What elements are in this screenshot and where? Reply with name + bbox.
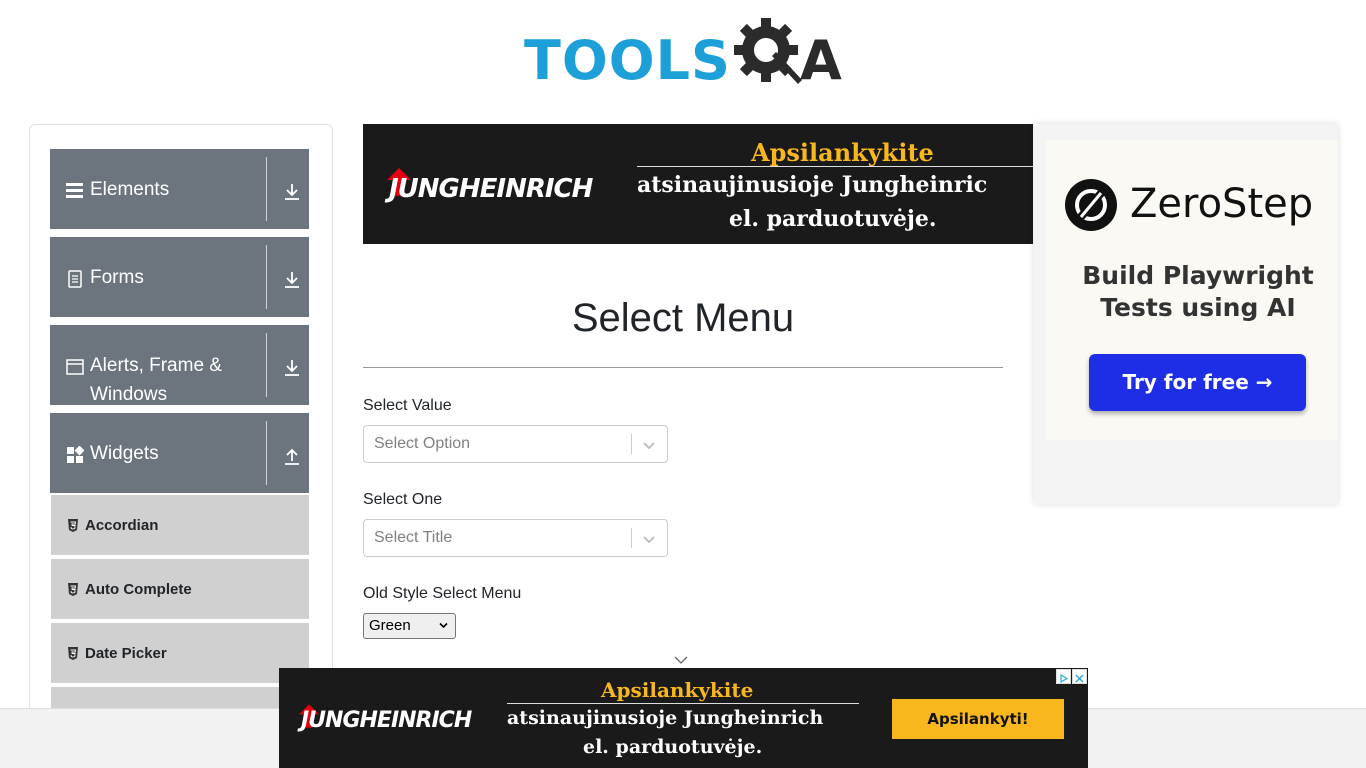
toolsqa-logo[interactable]: TOOLS A [524,14,848,92]
sidebar: Elements Forms Alerts, Frame & Windows W… [29,124,333,724]
download-arrow-icon [285,272,299,288]
sidebar-group-elements[interactable]: Elements [50,149,309,229]
ad-tagline-line2: Tests using AI [1100,293,1296,322]
bottom-banner-ad[interactable]: JUNGHEINRICH Apsilankykite atsinaujinusi… [279,668,1088,768]
download-arrow-icon [285,184,299,200]
ad-close-icon[interactable] [1072,669,1087,684]
sidebar-group-forms[interactable]: Forms [50,237,309,317]
sidebar-group-label: Forms [90,267,144,288]
dropdown-separator [631,528,632,548]
header: TOOLS A [0,0,1366,108]
side-ad[interactable]: ZeroStep Build Playwright Tests using AI… [1034,124,1338,504]
page-title: Select Menu [571,296,795,340]
ad-brand: JUNGHEINRICH [389,174,593,204]
sidebar-item-auto-complete[interactable]: Auto Complete [51,559,309,621]
sidebar-group-alerts[interactable]: Alerts, Frame & Windows [50,325,309,405]
chevron-down-icon [439,622,448,629]
gear-icon [734,18,802,84]
old-style-label: Old Style Select Menu [363,585,522,602]
sidebar-group-label: Elements [90,179,170,200]
logo-a-text: A [800,29,842,92]
sidebar-item-label: Auto Complete [85,581,192,598]
ad-tagline: Build Playwright Tests using AI [1046,260,1338,324]
ad-brand-name: ZeroStep [1130,181,1314,227]
divider [266,333,267,397]
ad-line2: atsinaujinusioje Jungheinric [637,172,988,198]
chevron-down-icon[interactable] [640,436,658,454]
select-one-label: Select One [363,491,443,508]
divider [266,421,267,485]
upload-arrow-icon [285,448,299,465]
title-divider [363,367,1003,368]
old-style-selected-value: Green [369,617,411,634]
sidebar-group-label: Widgets [90,443,159,464]
dropdown-separator [631,434,632,454]
scroll-down-chevron-icon[interactable] [674,654,688,666]
sidebar-item-accordian[interactable]: Accordian [51,495,309,557]
zerostep-logo-icon [1065,179,1117,231]
try-for-free-button[interactable]: Try for free → [1089,354,1306,411]
play-triangle-icon [1060,673,1069,684]
select-value-label: Select Value [363,397,452,414]
sidebar-item-label: Accordian [85,517,159,534]
logo-tools-text: TOOLS [524,29,731,92]
sidebar-item-label: Date Picker [85,645,167,662]
sidebar-item-date-picker[interactable]: Date Picker [51,623,309,685]
html5-icon [68,647,78,660]
select-one-dropdown[interactable]: Select Title [363,519,668,557]
ad-line2: atsinaujinusioje Jungheinrich [507,707,824,729]
ad-headline: Apsilankykite [751,138,934,167]
old-style-select[interactable]: Green [363,613,456,639]
sidebar-group-label: Alerts, Frame & [90,355,222,376]
ad-tagline-line1: Build Playwright [1082,261,1314,290]
select-value-placeholder: Select Option [374,435,471,452]
ad-line3: el. parduotuvėje. [729,206,937,232]
ad-brand: JUNGHEINRICH [301,708,472,733]
sidebar-group-widgets[interactable]: Widgets [50,413,309,493]
ad-cta-button[interactable]: Apsilankyti! [892,699,1064,739]
html5-icon [68,583,78,596]
ad-rule [637,166,1033,167]
ad-line3: el. parduotuvėje. [583,736,763,758]
chevron-down-icon[interactable] [640,530,658,548]
ad-rule [507,703,859,704]
document-icon [68,270,82,288]
top-banner-ad[interactable]: JUNGHEINRICH Apsilankykite atsinaujinusi… [363,124,1033,244]
window-icon [66,359,84,375]
download-arrow-icon [285,360,299,376]
divider [266,245,267,309]
adchoices-icon[interactable] [1056,669,1071,684]
sidebar-group-label-line2: Windows [90,384,168,405]
select-value-dropdown[interactable]: Select Option [363,425,668,463]
widgets-icon [67,446,84,463]
select-one-placeholder: Select Title [374,529,453,546]
close-icon [1075,674,1084,683]
hamburger-icon [66,183,83,198]
divider [266,157,267,221]
html5-icon [68,519,78,532]
side-ad-card: ZeroStep Build Playwright Tests using AI… [1046,140,1338,440]
ad-headline: Apsilankykite [601,678,754,702]
